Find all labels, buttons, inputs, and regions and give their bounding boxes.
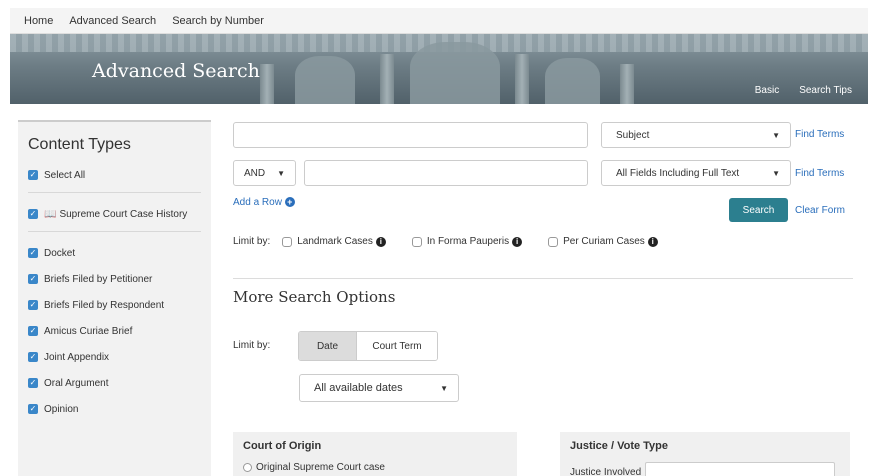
date-range-value: All available dates: [314, 382, 403, 394]
checkbox-icon: [548, 236, 559, 247]
basic-link[interactable]: Basic: [755, 85, 779, 96]
search-tips-link[interactable]: Search Tips: [799, 85, 852, 96]
content-type-checkbox[interactable]: ✓ Docket: [28, 244, 201, 262]
content-type-label: Amicus Curiae Brief: [44, 325, 133, 337]
field-select-1-value: Subject: [616, 129, 650, 141]
content-types-sidebar: Content Types ✓ Select All ✓ 📖 Supreme C…: [18, 120, 211, 476]
checkmark-icon: ✓: [28, 404, 38, 414]
clear-form-link[interactable]: Clear Form: [795, 205, 845, 216]
content-type-label: Opinion: [44, 403, 79, 415]
checkmark-icon: ✓: [28, 352, 38, 362]
chevron-down-icon: ▼: [772, 169, 780, 178]
limit-label: Limit by:: [233, 236, 271, 247]
checkmark-icon: ✓: [28, 170, 38, 180]
option-label: Landmark Cases: [297, 236, 373, 247]
column-image: [620, 64, 634, 104]
checkbox-icon: [411, 236, 422, 247]
content-type-checkbox[interactable]: ✓ Briefs Filed by Petitioner: [28, 270, 201, 288]
nav-search-by-number[interactable]: Search by Number: [172, 15, 264, 27]
justice-involved-input[interactable]: [645, 462, 836, 476]
info-icon[interactable]: i: [375, 236, 386, 247]
select-all-label: Select All: [44, 169, 86, 181]
per-curiam-option[interactable]: Per Curiam Cases i: [548, 236, 658, 247]
chevron-down-icon: ▼: [772, 131, 780, 140]
field-select-2-value: All Fields Including Full Text: [616, 167, 740, 179]
content-type-label: Docket: [44, 247, 76, 259]
info-icon[interactable]: i: [512, 236, 523, 247]
content-type-label: Joint Appendix: [44, 351, 110, 363]
content-type-label: Briefs Filed by Respondent: [44, 299, 165, 311]
field-select-2[interactable]: All Fields Including Full Text ▼: [601, 160, 791, 186]
checkmark-icon: ✓: [28, 248, 38, 258]
content-type-checkbox[interactable]: ✓ Oral Argument: [28, 374, 201, 392]
top-nav: Home Advanced Search Search by Number: [10, 8, 868, 34]
checkbox-icon: [282, 236, 293, 247]
radio-icon: [243, 463, 252, 472]
column-image: [380, 54, 394, 104]
info-icon[interactable]: i: [647, 236, 658, 247]
more-search-options-title: More Search Options: [233, 288, 396, 306]
tab-court-term[interactable]: Court Term: [357, 332, 437, 360]
justice-involved-row: Justice Involved: [570, 462, 840, 476]
tab-date[interactable]: Date: [299, 332, 357, 360]
content-type-checkbox[interactable]: ✓ Opinion: [28, 400, 201, 418]
case-history-checkbox[interactable]: ✓ 📖 Supreme Court Case History: [28, 205, 201, 223]
content-type-label: Briefs Filed by Petitioner: [44, 273, 153, 285]
date-range-select[interactable]: All available dates ▼: [299, 374, 459, 402]
justice-vote-panel: Justice / Vote Type Justice Involved: [560, 432, 850, 476]
original-case-label: Original Supreme Court case: [256, 462, 385, 473]
search-input-1[interactable]: [233, 122, 588, 148]
content-type-checkbox[interactable]: ✓ Joint Appendix: [28, 348, 201, 366]
checkmark-icon: ✓: [28, 378, 38, 388]
landmark-cases-option[interactable]: Landmark Cases i: [282, 236, 386, 247]
add-row-link[interactable]: Add a Row +: [233, 197, 295, 208]
statue-image: [410, 42, 500, 104]
banner: Advanced Search Basic Search Tips: [10, 34, 868, 104]
field-select-1[interactable]: Subject ▼: [601, 122, 791, 148]
search-button[interactable]: Search: [729, 198, 788, 222]
divider: [28, 192, 201, 193]
option-label: Per Curiam Cases: [563, 236, 645, 247]
plus-circle-icon: +: [284, 197, 295, 207]
column-image: [260, 64, 274, 104]
checkmark-icon: ✓: [28, 209, 38, 219]
checkmark-icon: ✓: [28, 300, 38, 310]
find-terms-link-1[interactable]: Find Terms: [795, 129, 844, 140]
content-types-title: Content Types: [28, 136, 131, 153]
chevron-down-icon: ▼: [277, 169, 285, 178]
page-title: Advanced Search: [92, 60, 260, 82]
statue-image: [295, 56, 355, 104]
chevron-down-icon: ▼: [440, 384, 448, 393]
nav-home[interactable]: Home: [24, 15, 53, 27]
justice-involved-label: Justice Involved: [570, 466, 642, 476]
search-input-2[interactable]: [304, 160, 588, 186]
divider: [233, 278, 853, 279]
content-type-checkbox[interactable]: ✓ Amicus Curiae Brief: [28, 322, 201, 340]
justice-vote-title: Justice / Vote Type: [570, 440, 669, 452]
court-of-origin-panel: Court of Origin Original Supreme Court c…: [233, 432, 517, 476]
checkmark-icon: ✓: [28, 326, 38, 336]
column-image: [515, 54, 529, 104]
in-forma-pauperis-option[interactable]: In Forma Pauperis i: [411, 236, 523, 247]
select-all-checkbox[interactable]: ✓ Select All: [28, 166, 201, 184]
court-of-origin-title: Court of Origin: [243, 440, 322, 452]
banner-links: Basic Search Tips: [755, 85, 852, 96]
checkmark-icon: ✓: [28, 274, 38, 284]
divider: [28, 231, 201, 232]
statue-image: [545, 58, 600, 104]
nav-advanced-search[interactable]: Advanced Search: [69, 15, 156, 27]
content-type-label: Oral Argument: [44, 377, 109, 389]
operator-value: AND: [244, 167, 266, 179]
option-label: In Forma Pauperis: [426, 236, 510, 247]
more-limit-label: Limit by:: [233, 340, 271, 351]
add-row-label: Add a Row: [233, 197, 282, 208]
case-history-label: Supreme Court Case History: [59, 208, 188, 220]
date-term-toggle: Date Court Term: [298, 331, 438, 361]
find-terms-link-2[interactable]: Find Terms: [795, 168, 844, 179]
book-icon: 📖: [44, 208, 57, 220]
original-case-option[interactable]: Original Supreme Court case: [243, 462, 507, 473]
limit-row: Limit by: Landmark Cases i In Forma Paupe…: [233, 236, 684, 247]
operator-select[interactable]: AND ▼: [233, 160, 296, 186]
content-type-checkbox[interactable]: ✓ Briefs Filed by Respondent: [28, 296, 201, 314]
